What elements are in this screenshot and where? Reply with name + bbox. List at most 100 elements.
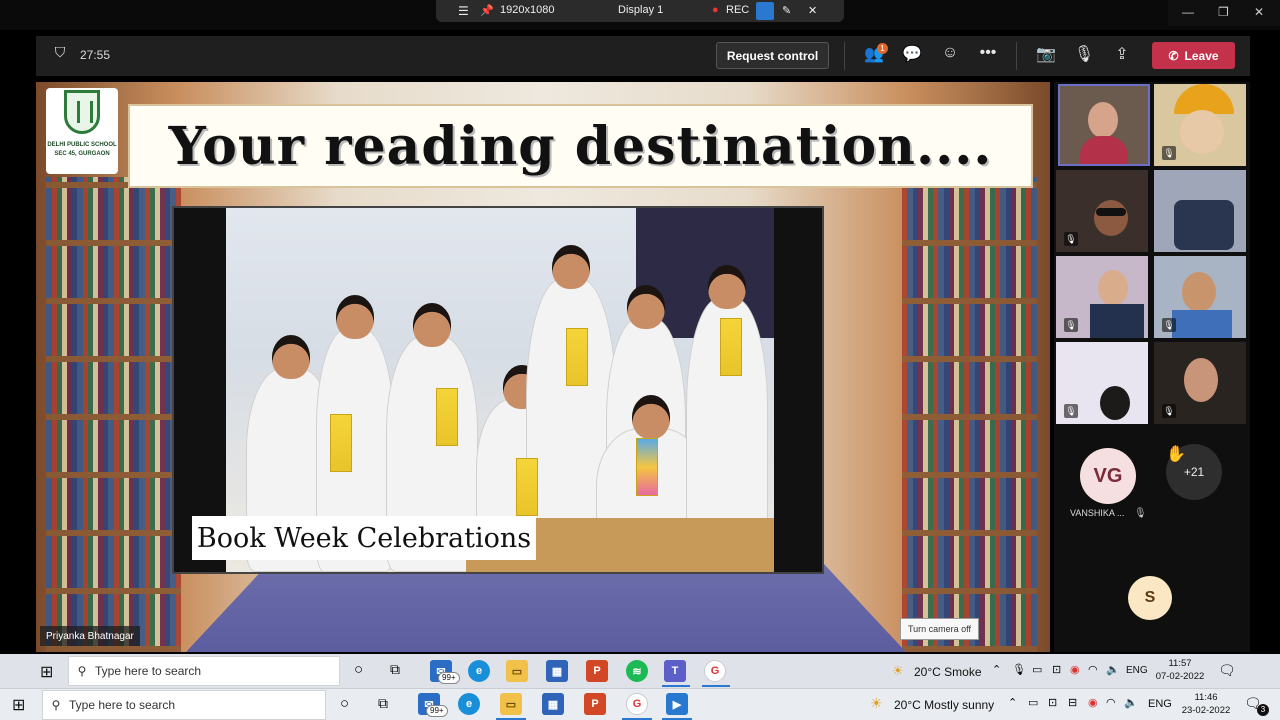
participant-body	[1090, 304, 1144, 338]
camera-off-icon[interactable]: 📷	[1034, 44, 1058, 64]
screen-icon[interactable]	[756, 2, 774, 20]
window-close-icon[interactable]: ✕	[1254, 5, 1264, 19]
volume-icon[interactable]: 🔈	[1106, 663, 1120, 676]
search-placeholder: Type here to search	[69, 698, 176, 712]
bookmark	[516, 458, 538, 516]
edge-icon[interactable]: e	[468, 660, 490, 682]
language-indicator[interactable]: ENG	[1126, 665, 1148, 676]
participant-face	[1094, 200, 1128, 236]
turn-camera-off-button[interactable]: Turn camera off	[900, 618, 979, 640]
tray-chevron-icon[interactable]: ⌃	[1008, 696, 1017, 709]
chrome-icon[interactable]: G	[626, 693, 648, 715]
meeting-timer: 27:55	[80, 48, 111, 62]
participant-face	[1100, 386, 1130, 420]
participant-face	[1182, 272, 1216, 312]
pin-icon[interactable]: 📌	[480, 4, 494, 17]
battery-icon[interactable]: ▭	[1028, 696, 1038, 709]
remote-desktop-icon[interactable]: ▶	[666, 693, 688, 715]
video-tile[interactable]: 🎙	[1056, 170, 1148, 252]
more-options-icon[interactable]: •••	[976, 44, 1000, 62]
request-control-button[interactable]: Request control	[716, 42, 829, 69]
avatar[interactable]: S	[1128, 576, 1172, 620]
headline-banner: Your reading destination....	[128, 104, 1033, 188]
windows-start-icon[interactable]: ⊞	[12, 695, 25, 715]
mic-muted-icon: 🎙	[1064, 318, 1078, 332]
cortana-icon[interactable]: ○	[340, 695, 349, 712]
chrome-icon[interactable]: G	[704, 660, 726, 682]
task-view-icon[interactable]: ⧉	[390, 661, 400, 678]
video-tile[interactable]: 🎙	[1154, 342, 1246, 424]
clock-time: 11:57	[1168, 658, 1192, 669]
chair	[1174, 200, 1234, 250]
network-icon[interactable]: ⊡	[1052, 663, 1061, 676]
mail-badge: 99+	[438, 672, 460, 684]
task-view-icon[interactable]: ⧉	[378, 695, 388, 712]
volume-icon[interactable]: 🔈	[1124, 696, 1138, 709]
mic-tray-icon[interactable]: 🎙	[1012, 663, 1026, 676]
menu-icon[interactable]: ☰	[458, 4, 469, 18]
pen-icon[interactable]: ✎	[782, 4, 791, 17]
file-explorer-icon[interactable]: ▭	[500, 693, 522, 715]
left-bookshelf	[46, 177, 181, 652]
cortana-icon[interactable]: ○	[354, 661, 363, 678]
battery-icon[interactable]: ▭	[1032, 663, 1042, 676]
close-icon[interactable]: ✕	[808, 4, 817, 17]
video-tile-presenter[interactable]	[1058, 84, 1150, 166]
search-box[interactable]: ⚲ Type here to search	[42, 690, 326, 720]
wifi-icon[interactable]: ◠	[1088, 663, 1098, 676]
clock[interactable]: 11:57 07-02-2022	[1150, 657, 1210, 683]
weather-text[interactable]: 20°C Mostly sunny	[894, 698, 994, 712]
sunglasses	[1096, 208, 1126, 216]
weather-icon: ☀	[870, 695, 883, 711]
video-tile[interactable]: 🎙	[1154, 84, 1246, 166]
participant-body	[1172, 310, 1232, 338]
edge-icon[interactable]: e	[458, 693, 480, 715]
tray-chevron-icon[interactable]: ⌃	[992, 663, 1001, 676]
mic-muted-icon: 🎙	[1134, 508, 1147, 519]
leave-label: Leave	[1184, 48, 1219, 63]
powerpoint-icon[interactable]: P	[586, 660, 608, 682]
antivirus-icon[interactable]: ◉	[1070, 663, 1080, 676]
wifi-icon[interactable]: ◠	[1106, 696, 1116, 709]
divider	[844, 42, 845, 70]
maximize-icon[interactable]: ❐	[1218, 5, 1229, 19]
video-tile[interactable]	[1154, 170, 1246, 252]
right-bookshelf	[902, 177, 1037, 652]
store-icon[interactable]: ▦	[546, 660, 568, 682]
chat-icon[interactable]: 💬	[900, 44, 924, 64]
store-icon[interactable]: ▦	[542, 693, 564, 715]
bookmark	[636, 438, 658, 496]
people-badge: 1	[877, 43, 888, 54]
display-label: Display 1	[618, 4, 664, 16]
notifications-badge: 3	[1257, 704, 1269, 716]
share-tray-icon[interactable]: ⇪	[1110, 44, 1134, 64]
mic-off-icon[interactable]: 🎙	[1072, 44, 1096, 64]
display-icon[interactable]: ⊟	[1068, 696, 1077, 709]
windows-start-icon[interactable]: ⊞	[40, 662, 53, 682]
notifications-icon[interactable]: 🗨	[1218, 662, 1236, 679]
powerpoint-icon[interactable]: P	[584, 693, 606, 715]
video-tile[interactable]: 🎙	[1056, 342, 1148, 424]
avatar[interactable]: VG	[1080, 448, 1136, 504]
video-tile[interactable]: 🎙	[1154, 256, 1246, 338]
phone-icon: ✆	[1168, 48, 1179, 63]
file-explorer-icon[interactable]: ▭	[506, 660, 528, 682]
language-indicator[interactable]: ENG	[1148, 698, 1172, 710]
remote-taskbar: ⊞ ⚲ Type here to search ○ ⧉ ✉ 99+ e ▭ ▦ …	[0, 654, 1280, 688]
weather-text[interactable]: 20°C Smoke	[914, 665, 982, 679]
reactions-icon[interactable]: ☺	[938, 44, 962, 62]
spotify-icon[interactable]: ≋	[626, 660, 648, 682]
participant-body	[1080, 136, 1128, 164]
shared-screen: DELHI PUBLIC SCHOOL SEC 45, GURGAON Your…	[36, 82, 1050, 652]
antivirus-icon[interactable]: ◉	[1088, 696, 1098, 709]
mic-muted-icon: 🎙	[1162, 404, 1176, 418]
clock[interactable]: 11:46 23-02-2022	[1176, 691, 1236, 717]
minimize-icon[interactable]: —	[1182, 5, 1194, 19]
search-box[interactable]: ⚲ Type here to search	[68, 656, 340, 686]
video-tile[interactable]: 🎙	[1056, 256, 1148, 338]
leave-button[interactable]: ✆ Leave	[1152, 42, 1235, 69]
mic-muted-icon: 🎙	[1162, 318, 1176, 332]
network-icon[interactable]: ⊡	[1048, 696, 1057, 709]
meeting-toolbar: ⛉ 27:55 Request control 👥 1 💬 ☺ ••• 📷 🎙 …	[36, 36, 1250, 76]
teams-icon[interactable]: T	[664, 660, 686, 682]
